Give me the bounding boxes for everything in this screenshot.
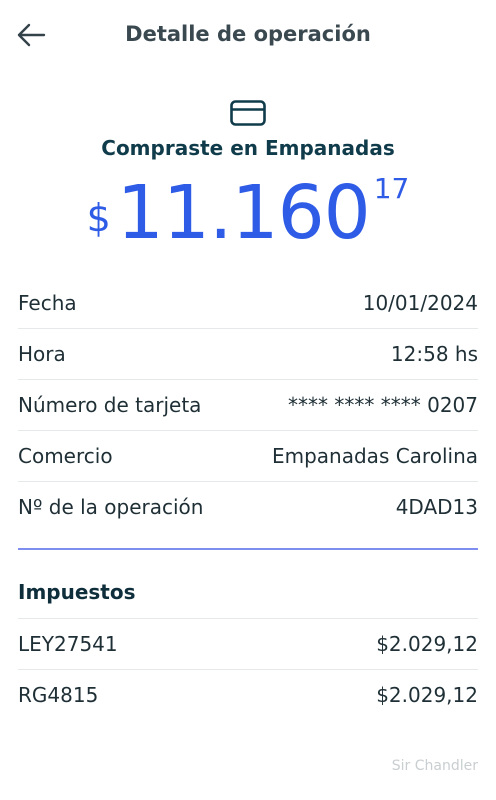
app-header: Detalle de operación [0,0,496,72]
tax-value: $2.029,12 [376,683,478,707]
amount-cents: 17 [373,172,410,205]
detail-row-merchant: Comercio Empanadas Carolina [18,431,478,482]
currency-symbol: $ [86,196,111,240]
detail-value: 10/01/2024 [362,291,478,315]
detail-value: Empanadas Carolina [271,444,478,468]
detail-value: **** **** **** 0207 [288,393,478,417]
amount-display: $11.160 17 [0,168,496,258]
tax-label: LEY27541 [18,632,118,656]
detail-row-card-number: Número de tarjeta **** **** **** 0207 [18,380,478,431]
watermark: Sir Chandler [391,758,478,774]
detail-label: Hora [18,342,66,366]
detail-label: Nº de la operación [18,495,204,519]
taxes-title: Impuestos [18,580,136,604]
tax-row: RG4815 $2.029,12 [18,670,478,720]
detail-row-fecha: Fecha 10/01/2024 [18,278,478,329]
detail-label: Número de tarjeta [18,393,202,417]
detail-row-hora: Hora 12:58 hs [18,329,478,380]
detail-value: 12:58 hs [390,342,478,366]
section-divider [18,548,478,550]
details-list: Fecha 10/01/2024 Hora 12:58 hs Número de… [18,278,478,532]
amount-main: 11.160 [116,170,371,256]
detail-label: Fecha [18,291,77,315]
detail-value: 4DAD13 [395,495,478,519]
tax-row: LEY27541 $2.029,12 [18,619,478,670]
detail-row-operation-number: Nº de la operación 4DAD13 [18,482,478,532]
tax-label: RG4815 [18,683,99,707]
taxes-list: LEY27541 $2.029,12 RG4815 $2.029,12 [18,618,478,720]
tax-value: $2.029,12 [376,632,478,656]
page-title: Detalle de operación [125,22,371,46]
credit-card-icon [230,100,266,126]
purchase-title: Compraste en Empanadas [101,136,395,160]
detail-label: Comercio [18,444,113,468]
